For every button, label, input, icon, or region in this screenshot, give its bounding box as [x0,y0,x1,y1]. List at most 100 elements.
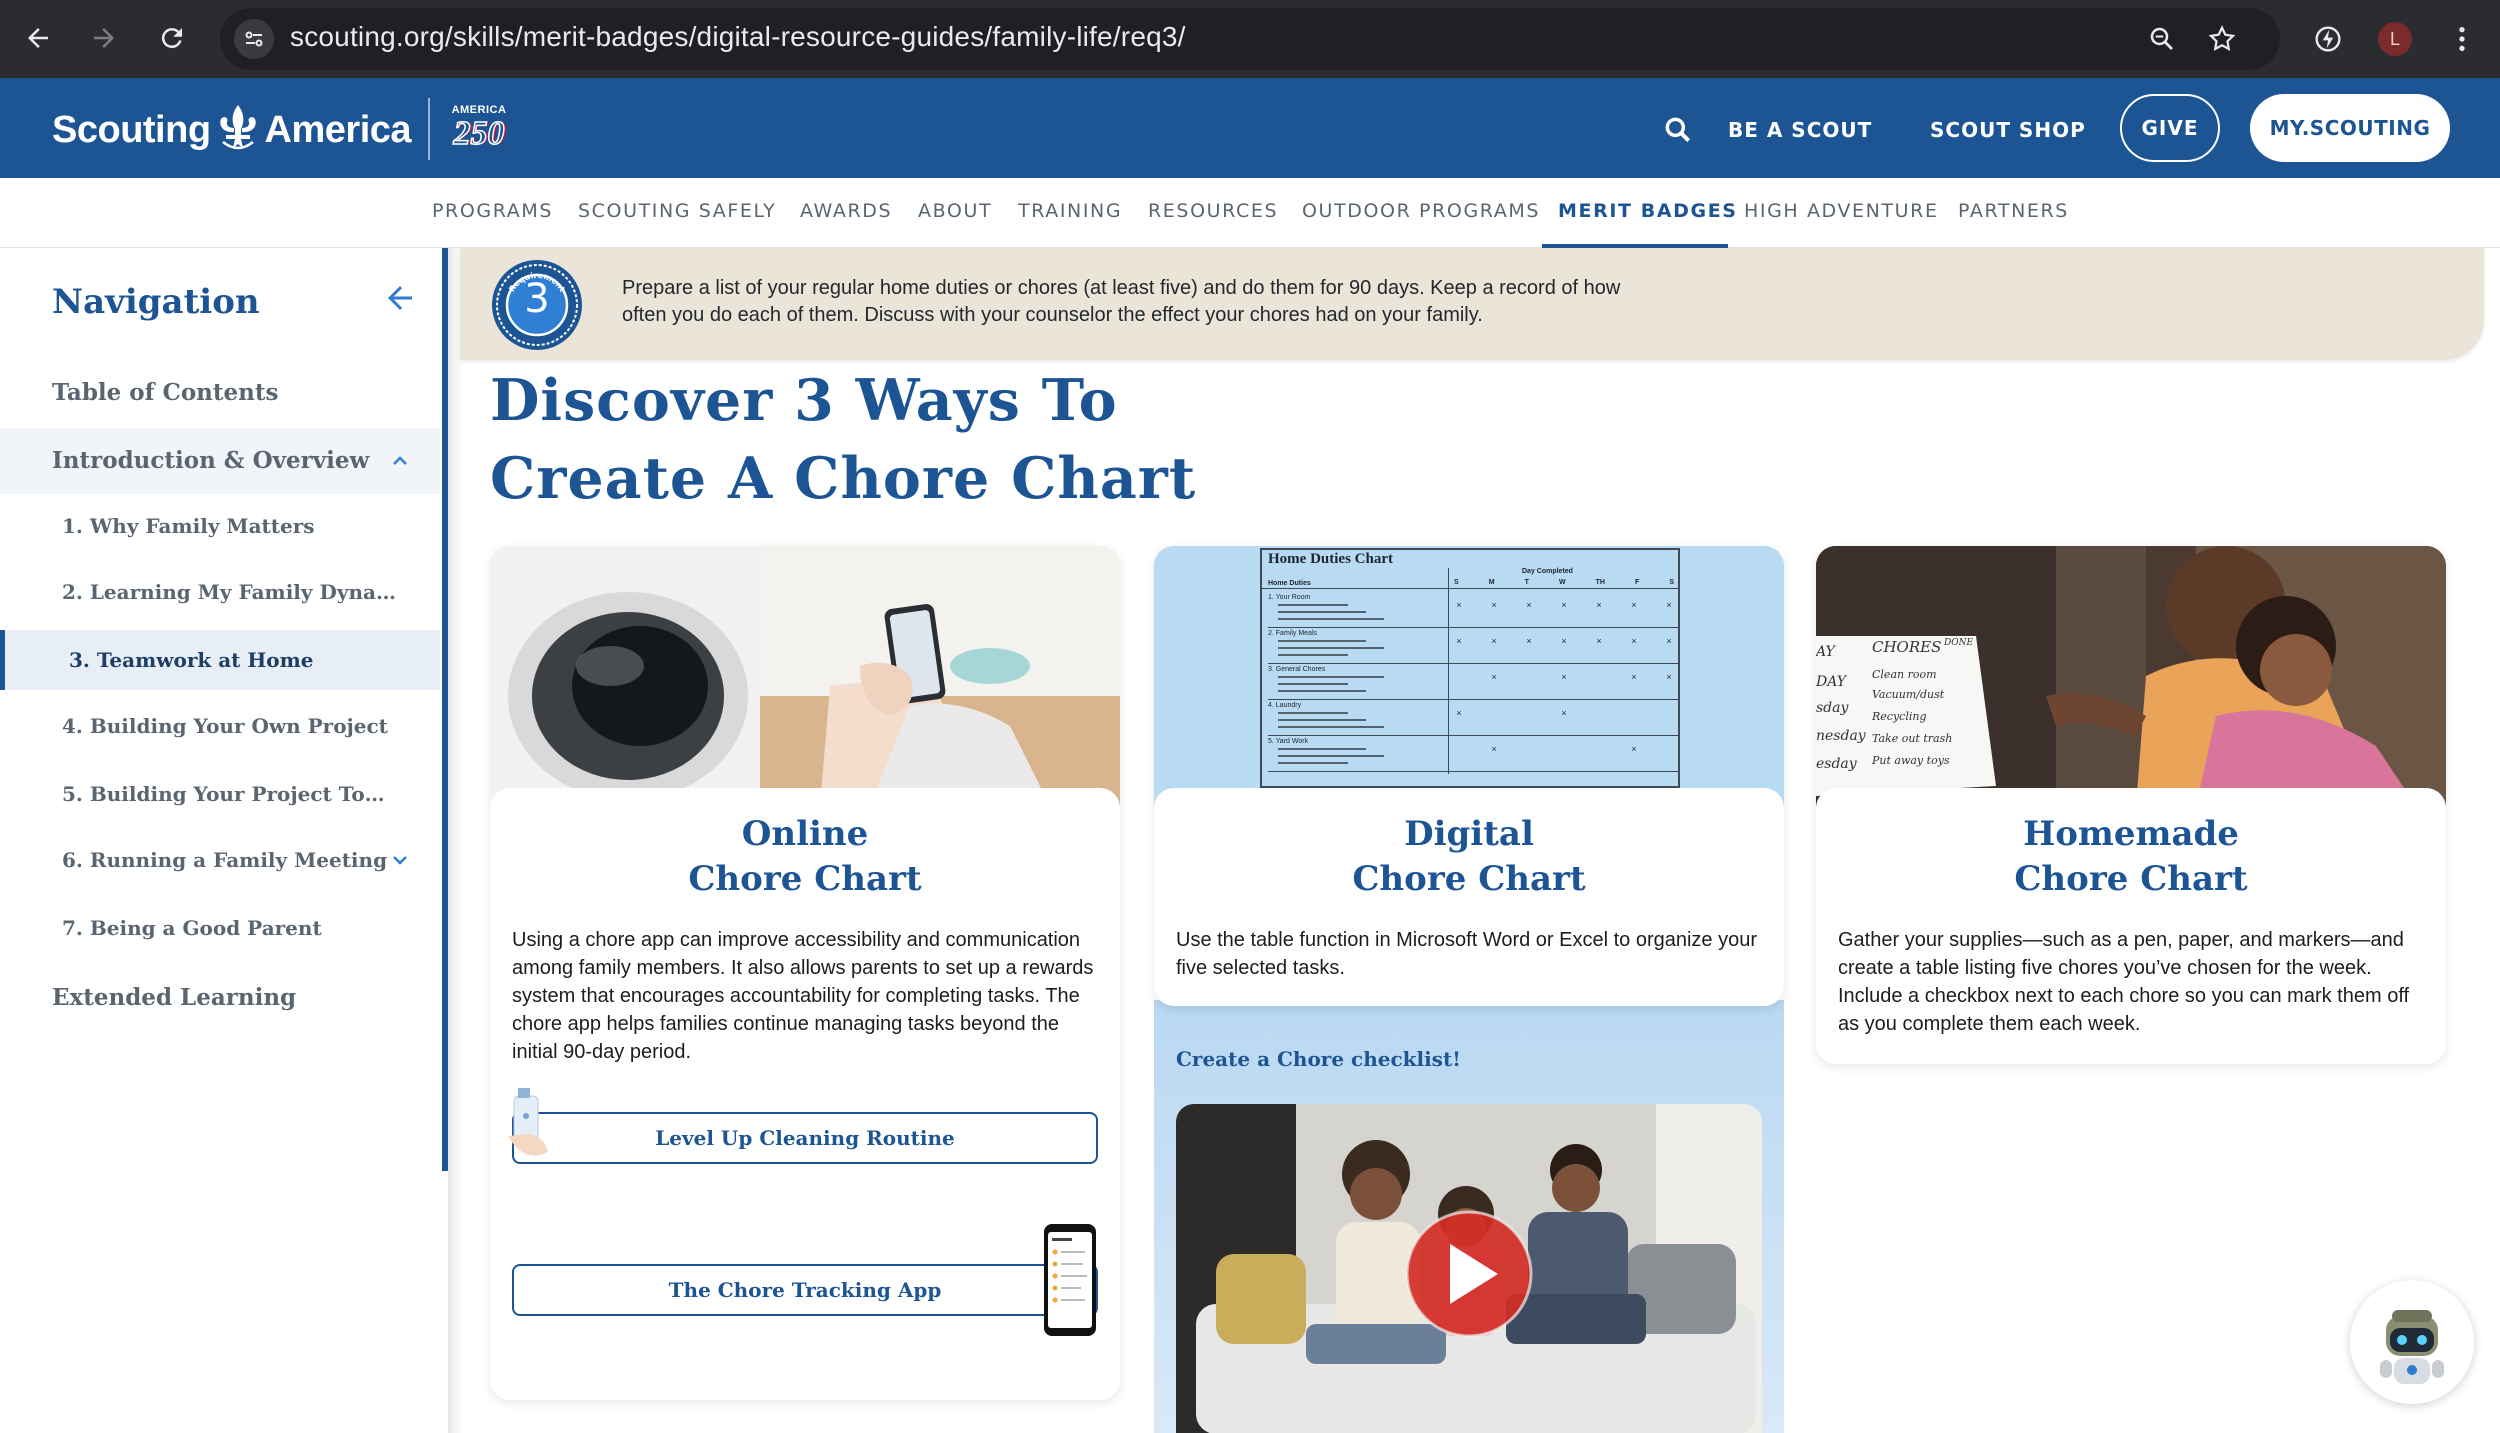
chatbot-button[interactable] [2350,1280,2474,1404]
collapse-sidebar-button[interactable] [382,280,418,316]
chart-task-line [1278,647,1384,649]
chart-check-mark: × [1456,600,1462,610]
nav-item-4[interactable]: 4. Building Your Own Project [0,700,440,752]
nav-item-6[interactable]: 6. Running a Family Meeting [0,834,440,886]
subnav-about[interactable]: ABOUT [918,200,992,222]
chart-task-line [1278,712,1348,714]
chart-check-mark: × [1561,636,1567,646]
subnav-scouting-safely[interactable]: SCOUTING SAFELY [578,200,776,222]
secondary-nav: PROGRAMS SCOUTING SAFELY AWARDS ABOUT TR… [0,178,2500,248]
chart-check-mark: × [1456,636,1462,646]
chart-group-row: 4. Laundry × × [1268,700,1678,736]
chart-task-line [1278,748,1366,750]
chart-task-line [1278,755,1384,757]
browser-menu-icon[interactable] [2440,17,2484,61]
navigation-title: Navigation [52,282,260,322]
subnav-partners[interactable]: PARTNERS [1958,200,2069,222]
subnav-outdoor-programs[interactable]: OUTDOOR PROGRAMS [1302,200,1540,222]
nav-extended-learning[interactable]: Extended Learning [0,978,440,1018]
chart-task-line [1278,676,1384,678]
washing-machine-photo [490,546,1120,806]
reload-button[interactable] [152,18,192,58]
level-up-cleaning-button[interactable]: Level Up Cleaning Routine [512,1112,1098,1164]
subnav-training[interactable]: TRAINING [1018,200,1122,222]
url-text[interactable]: scouting.org/skills/merit-badges/digital… [290,21,1186,53]
subnav-high-adventure[interactable]: HIGH ADVENTURE [1744,200,1939,222]
be-a-scout-link[interactable]: BE A SCOUT [1728,118,1872,142]
card-description: Use the table function in Microsoft Word… [1176,929,1758,979]
chart-group-row: 1. Your Room × × × × × × × [1268,592,1678,628]
chart-group-label: 3. General Chores [1268,666,1326,673]
site-info-icon[interactable] [234,19,274,59]
forward-button[interactable] [84,18,124,58]
card-title: Online Chore Chart [688,814,922,899]
chart-day-label: S [1454,579,1459,586]
chart-title: Home Duties Chart [1268,551,1393,567]
chart-check-mark [1594,708,1604,718]
chart-check-mark [1594,744,1604,754]
chart-day-label: TH [1595,579,1605,586]
back-button[interactable] [18,18,58,58]
chore-tracking-app-button[interactable]: The Chore Tracking App [512,1264,1098,1316]
chart-day-label: W [1558,579,1566,586]
chart-check-mark: × [1666,636,1672,646]
give-button[interactable]: GIVE [2120,94,2220,162]
chart-task-line [1278,618,1384,620]
chart-group-label: 1. Your Room [1268,594,1311,601]
chart-check-mark [1454,744,1464,754]
zoom-icon[interactable] [2144,21,2180,57]
chart-day-label: M [1488,579,1495,586]
nav-table-of-contents[interactable]: Table of Contents [0,374,440,412]
search-button[interactable] [1662,114,1694,146]
chart-check-mark: × [1631,672,1637,682]
chart-check-mark: × [1491,636,1497,646]
chart-check-mark: × [1526,600,1532,610]
chart-task-line [1278,654,1348,656]
requirement-number: 3 [524,276,550,322]
nav-item-5[interactable]: 5. Building Your Project Together [0,768,440,820]
profile-avatar[interactable]: L [2378,22,2412,56]
chart-task-line [1278,690,1366,692]
chart-check-mark: × [1631,744,1637,754]
requirement-seal: Requirement 3 [490,258,584,352]
address-bar[interactable]: scouting.org/skills/merit-badges/digital… [220,8,2280,70]
nav-item-1[interactable]: 1. Why Family Matters [0,500,440,552]
chart-check-mark: × [1491,744,1497,754]
arrow-right-icon [94,28,114,48]
nav-item-2[interactable]: 2. Learning My Family Dynamics [0,566,440,618]
chevron-down-icon[interactable] [388,848,412,872]
nav-item-7[interactable]: 7. Being a Good Parent [0,902,440,954]
create-chore-checklist-link[interactable]: Create a Chore checklist! [1176,1047,1461,1071]
chart-check-mark [1559,744,1569,754]
subnav-programs[interactable]: PROGRAMS [432,200,553,222]
chart-group-row: 2. Family Meals × × × × × × × [1268,628,1678,664]
nav-intro-overview[interactable]: Introduction & Overview [0,428,440,494]
chevron-up-icon [393,456,407,465]
arrow-left-icon [28,28,48,48]
family-video-player[interactable] [1176,1104,1762,1433]
my-scouting-button[interactable]: MY.SCOUTING [2250,94,2450,162]
chart-day-label: S [1669,579,1674,586]
chart-days: S M T W TH F S [1454,579,1674,586]
requirement-text: Prepare a list of your regular home duti… [622,277,1621,326]
chart-check-mark: × [1666,600,1672,610]
subnav-merit-badges[interactable]: MERIT BADGES [1558,200,1738,222]
chart-check-mark: × [1631,600,1637,610]
bookmark-star-icon[interactable] [2204,21,2240,57]
subnav-awards[interactable]: AWARDS [800,200,892,222]
chart-day-label: T [1524,579,1529,586]
fleur-de-lis-icon [219,105,256,150]
browser-toolbar: scouting.org/skills/merit-badges/digital… [0,0,2500,78]
chart-check-mark [1629,708,1639,718]
chart-marks: × × × × × × × [1454,636,1674,646]
chart-check-mark: × [1456,708,1462,718]
subnav-resources[interactable]: RESOURCES [1148,200,1278,222]
scout-shop-link[interactable]: SCOUT SHOP [1930,118,2086,142]
extension-icon[interactable] [2306,17,2350,61]
chart-check-mark: × [1666,672,1672,682]
chart-check-mark: × [1596,636,1602,646]
chart-check-mark [1524,744,1534,754]
chart-check-mark: × [1561,600,1567,610]
nav-item-3-current[interactable]: 3. Teamwork at Home [0,630,440,690]
scouting-america-logo[interactable]: Scouting America [52,102,412,158]
